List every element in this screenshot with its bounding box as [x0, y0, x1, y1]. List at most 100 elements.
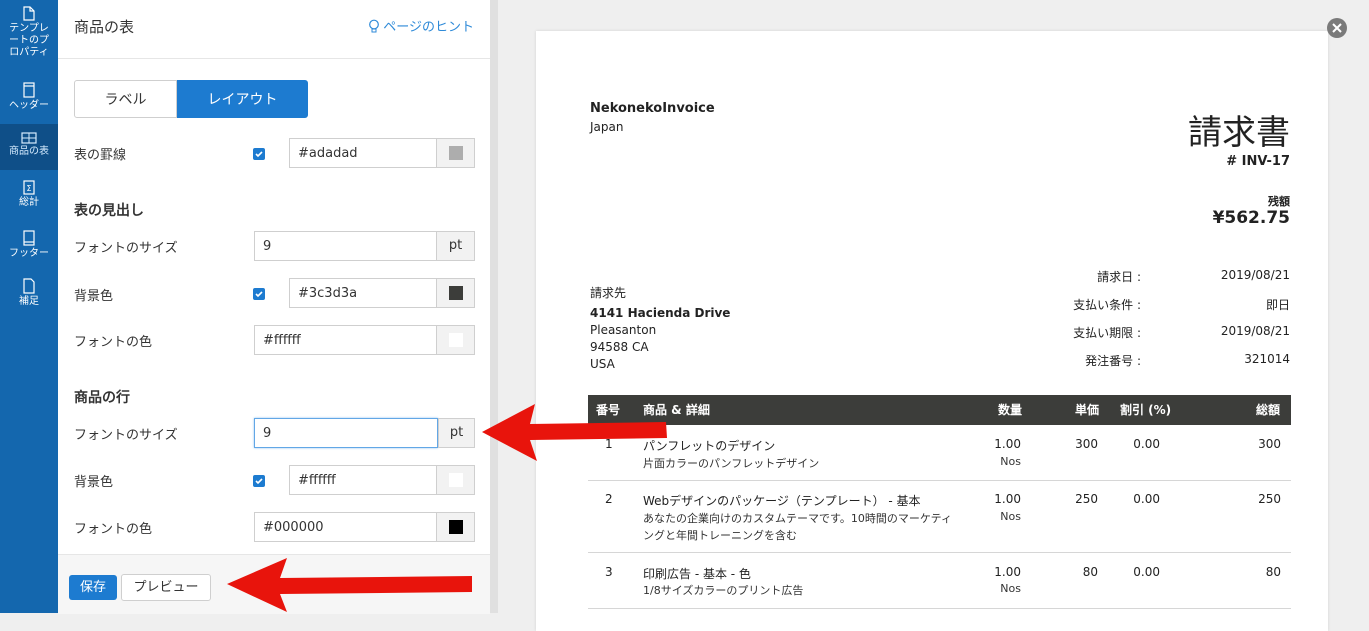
row-font-size-field[interactable] — [254, 418, 438, 448]
tab-label[interactable]: ラベル — [74, 80, 177, 118]
rail-label: ロパティ — [9, 47, 49, 58]
row-qty: 1.00 — [994, 492, 1021, 506]
product-row-section-title: 商品の行 — [74, 390, 130, 406]
rail-item-notes[interactable]: 補足 — [0, 278, 58, 312]
sigma-icon: Σ — [23, 180, 35, 195]
row-unit-addon: pt — [438, 418, 475, 448]
row-total: 300 — [1258, 437, 1281, 451]
row-font-size-label: フォントのサイズ — [74, 428, 178, 443]
document-title: 請求書 — [1188, 113, 1290, 153]
row-price: 250 — [1075, 492, 1098, 506]
row-item-name: 印刷広告 - 基本 - 色 — [643, 567, 751, 581]
col-header-price: 単価 — [1074, 403, 1099, 417]
header-font-size-input[interactable] — [255, 232, 437, 260]
lightbulb-icon — [369, 19, 380, 33]
table-border-color-input[interactable] — [290, 139, 436, 167]
nav-rail: テンプレ ートのプ ロパティ ヘッダー 商品の表 Σ 総計 フッター 補足 — [0, 0, 58, 613]
row-font-color-input[interactable] — [255, 513, 437, 541]
balance-amount: ¥562.75 — [1212, 208, 1290, 228]
row-font-color-field[interactable] — [254, 512, 475, 542]
row-total: 250 — [1258, 492, 1281, 506]
panel-title: 商品の表 — [74, 18, 135, 36]
check-icon — [255, 151, 263, 158]
close-icon — [1332, 23, 1342, 33]
row-unit: Nos — [1000, 582, 1021, 595]
table-border-checkbox[interactable] — [253, 148, 265, 160]
rail-item-footer[interactable]: フッター — [0, 230, 58, 264]
row-discount: 0.00 — [1133, 492, 1160, 506]
rail-item-header[interactable]: ヘッダー — [0, 82, 58, 120]
rail-label: 商品の表 — [9, 146, 49, 157]
row-bg-checkbox[interactable] — [253, 475, 265, 487]
rail-label: ートのプ — [9, 35, 49, 46]
header-bg-color-input[interactable] — [290, 279, 436, 307]
rail-item-template-properties[interactable]: テンプレ ートのプ ロパティ — [0, 6, 58, 72]
table-border-color-swatch-button[interactable] — [436, 139, 474, 167]
svg-text:Σ: Σ — [26, 184, 31, 193]
save-button[interactable]: 保存 — [69, 575, 117, 600]
row-bg-label: 背景色 — [74, 475, 114, 490]
close-preview-button[interactable] — [1327, 18, 1347, 38]
page-footer-icon — [23, 230, 35, 246]
bill-to-city: Pleasanton — [590, 323, 657, 337]
unit-addon: pt — [449, 425, 464, 440]
row-unit: Nos — [1000, 455, 1021, 468]
row-divider — [588, 608, 1291, 609]
header-font-size-field[interactable]: pt — [254, 231, 475, 261]
row-font-color-label: フォントの色 — [74, 522, 153, 537]
header-font-color-label: フォントの色 — [74, 335, 153, 350]
color-swatch — [449, 333, 463, 347]
row-font-size-input[interactable] — [255, 419, 437, 447]
invoice-preview: NekonekoInvoice Japan 請求書 # INV-17 残額 ¥5… — [536, 31, 1328, 631]
row-price: 80 — [1082, 565, 1098, 579]
row-no: 3 — [605, 565, 613, 579]
row-font-color-swatch-button[interactable] — [436, 513, 474, 541]
header-font-color-input[interactable] — [255, 326, 437, 354]
row-bg-color-swatch-button[interactable] — [436, 466, 474, 494]
table-border-color-field[interactable] — [289, 138, 475, 168]
header-bg-checkbox[interactable] — [253, 288, 265, 300]
meta-label: 請求日 : — [1097, 270, 1141, 284]
page-header-icon — [23, 82, 35, 98]
color-swatch — [449, 146, 463, 160]
row-bg-color-input[interactable] — [290, 466, 436, 494]
row-price: 300 — [1075, 437, 1098, 451]
header-bg-color-field[interactable] — [289, 278, 475, 308]
header-font-color-field[interactable] — [254, 325, 475, 355]
items-table-header: 番号 商品 & 詳細 数量 単価 割引 (%) 総額 — [588, 395, 1291, 425]
col-header-discount: 割引 (%) — [1120, 403, 1172, 417]
bill-to-label: 請求先 — [590, 286, 627, 300]
header-bg-label: 背景色 — [74, 289, 114, 304]
row-qty: 1.00 — [994, 565, 1021, 579]
page-hint-link[interactable]: ページのヒント — [368, 16, 474, 35]
table-border-label: 表の罫線 — [74, 148, 127, 163]
company-country: Japan — [590, 120, 624, 134]
row-discount: 0.00 — [1133, 437, 1160, 451]
header-bg-color-swatch-button[interactable] — [436, 279, 474, 307]
bill-to-zip: 94588 CA — [590, 340, 649, 354]
settings-panel: 商品の表 ページのヒント ラベル レイアウト 表の罫線 表の見出し フォントのサ… — [58, 0, 490, 614]
balance-label: 残額 — [1268, 195, 1290, 208]
bill-to-country: USA — [590, 357, 615, 371]
rail-label: テンプレ — [9, 23, 49, 34]
check-icon — [255, 478, 263, 485]
row-bg-color-field[interactable] — [289, 465, 475, 495]
note-icon — [23, 278, 35, 294]
rail-item-totals[interactable]: Σ 総計 — [0, 180, 58, 214]
panel-scrollbar[interactable] — [490, 0, 498, 613]
header-font-size-label: フォントのサイズ — [74, 241, 178, 256]
rail-item-product-table[interactable]: 商品の表 — [0, 124, 58, 170]
meta-value: 2019/08/21 — [1220, 324, 1290, 338]
rail-label: 補足 — [19, 296, 39, 307]
row-no: 2 — [605, 492, 613, 506]
row-item-name: Webデザインのパッケージ（テンプレート） - 基本 — [643, 494, 921, 508]
col-header-qty: 数量 — [997, 403, 1022, 417]
preview-button[interactable]: プレビュー — [121, 574, 211, 601]
check-icon — [255, 291, 263, 298]
red-arrow-annotation — [482, 404, 667, 461]
tab-layout[interactable]: レイアウト — [177, 80, 308, 118]
table-icon — [21, 132, 37, 144]
header-font-color-swatch-button[interactable] — [436, 326, 474, 354]
col-header-total: 総額 — [1255, 403, 1280, 417]
row-item-desc: あなたの企業向けのカスタムテーマです。10時間のマーケティ — [643, 512, 953, 525]
